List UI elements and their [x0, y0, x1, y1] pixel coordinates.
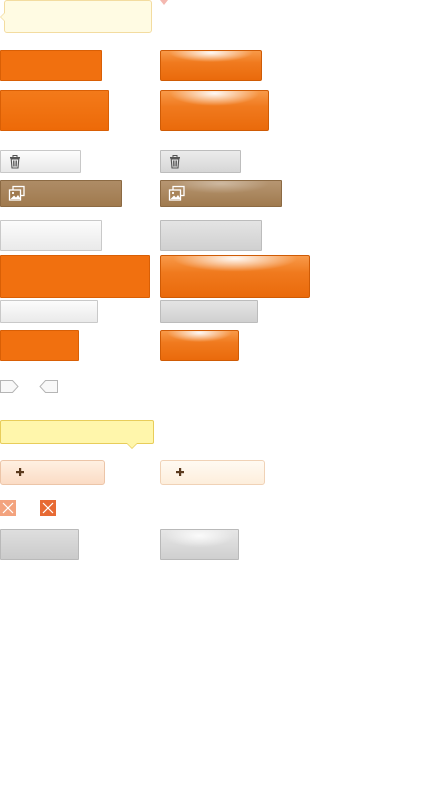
- triangle-marker-icon: [160, 0, 168, 5]
- images-button-normal[interactable]: [0, 180, 122, 207]
- plus-icon: [16, 468, 24, 476]
- orange-button-hover-medium[interactable]: [160, 90, 269, 131]
- close-icon[interactable]: [40, 500, 56, 516]
- grey-large-button-normal[interactable]: [0, 529, 79, 560]
- grey-button-hover[interactable]: [160, 220, 262, 251]
- tooltip-bubble-top: [0, 0, 152, 33]
- images-icon: [8, 185, 25, 201]
- trash-icon: [170, 155, 180, 169]
- add-button-normal[interactable]: [0, 460, 105, 485]
- images-button-hover[interactable]: [160, 180, 282, 207]
- orange-button-normal-large[interactable]: [0, 255, 150, 298]
- grey-thin-button-hover[interactable]: [160, 300, 258, 323]
- close-icon[interactable]: [0, 500, 16, 516]
- orange-button-normal-compact[interactable]: [0, 330, 79, 361]
- plus-icon: [176, 468, 184, 476]
- add-button-hover[interactable]: [160, 460, 265, 485]
- grey-large-button-hover[interactable]: [160, 529, 239, 560]
- arrow-left-tag-icon[interactable]: [39, 380, 58, 393]
- images-icon: [168, 185, 185, 201]
- grey-button-normal[interactable]: [0, 220, 102, 251]
- orange-button-hover-small[interactable]: [160, 50, 262, 81]
- arrow-right-tag-icon[interactable]: [0, 380, 19, 393]
- orange-button-normal-medium[interactable]: [0, 90, 109, 131]
- delete-button-hover[interactable]: [160, 150, 241, 173]
- tooltip-bubble-bottom: [0, 420, 154, 449]
- trash-icon: [10, 155, 20, 169]
- orange-button-hover-large[interactable]: [160, 255, 310, 298]
- delete-button-normal[interactable]: [0, 150, 81, 173]
- orange-button-normal-small[interactable]: [0, 50, 102, 81]
- grey-thin-button-normal[interactable]: [0, 300, 98, 323]
- orange-button-hover-compact[interactable]: [160, 330, 239, 361]
